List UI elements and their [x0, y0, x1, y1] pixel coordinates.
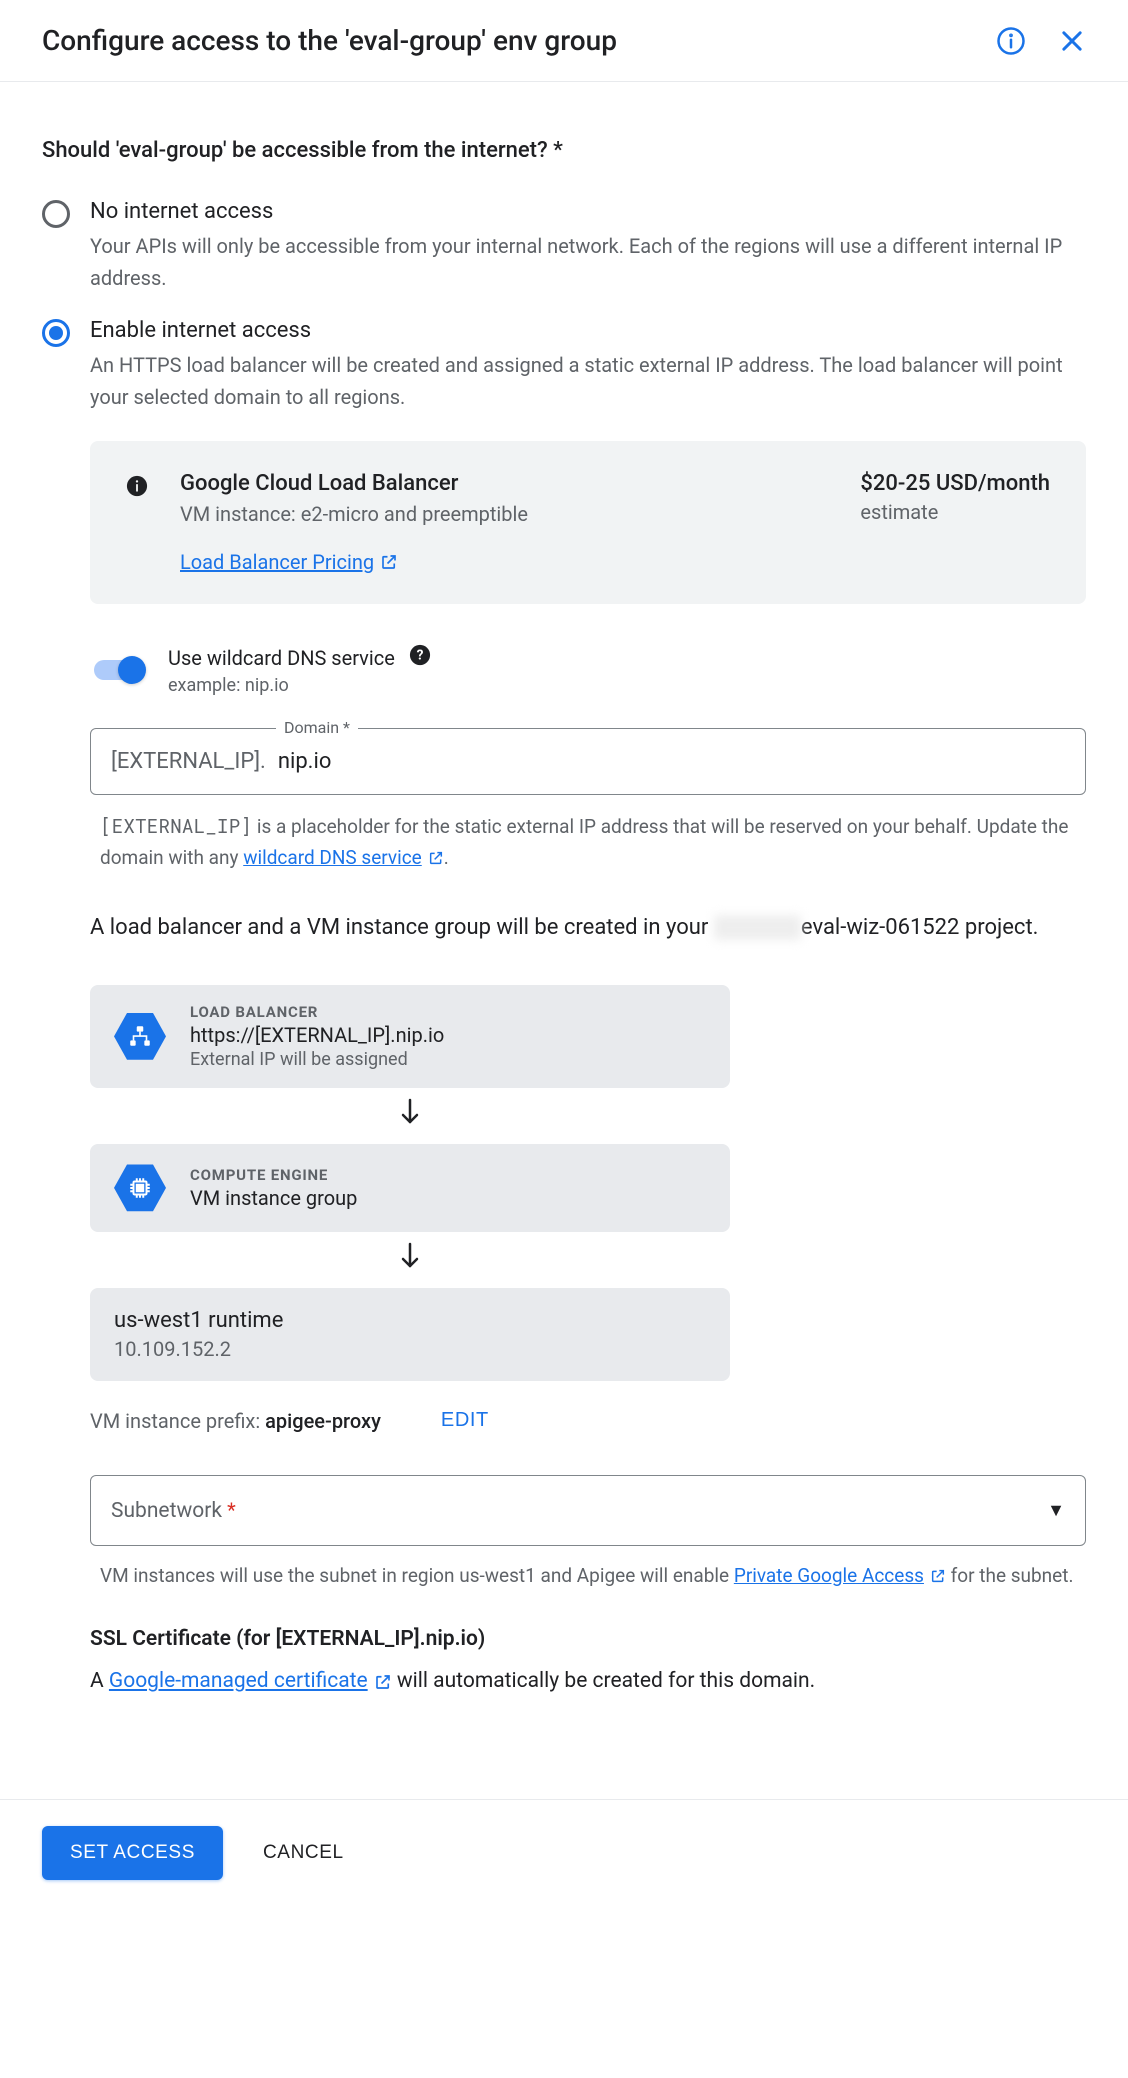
subnetwork-select[interactable]: Subnetwork * ▼ [90, 1475, 1086, 1546]
ssl-text: A Google-managed certificate will automa… [90, 1665, 1086, 1699]
wildcard-dns-toggle[interactable] [90, 658, 146, 682]
access-question: Should 'eval-group' be accessible from t… [42, 138, 1086, 163]
wildcard-dns-row: Use wildcard DNS service ? example: nip.… [90, 644, 1086, 696]
runtime-name: us-west1 runtime [114, 1308, 706, 1333]
wildcard-dns-service-link[interactable]: wildcard DNS service [243, 842, 444, 873]
ssl-section: SSL Certificate (for [EXTERNAL_IP].nip.i… [90, 1627, 1086, 1699]
chevron-down-icon: ▼ [1047, 1500, 1065, 1521]
project-info-text: A load balancer and a VM instance group … [90, 910, 1086, 945]
arrow-down-icon [90, 1088, 730, 1144]
help-icon[interactable]: ? [409, 644, 431, 671]
radio-description: An HTTPS load balancer will be created a… [90, 349, 1086, 413]
domain-prefix: [EXTERNAL_IP]. [111, 749, 266, 774]
subnet-hint: VM instances will use the subnet in regi… [90, 1560, 1086, 1591]
domain-label: Domain * [276, 718, 358, 737]
private-google-access-link[interactable]: Private Google Access [734, 1560, 946, 1591]
radio-indicator [42, 319, 70, 347]
dialog-footer: SET ACCESS CANCEL [0, 1799, 1128, 1906]
edit-vm-prefix-button[interactable]: EDIT [441, 1409, 489, 1432]
lb-estimate: estimate [860, 500, 1050, 524]
domain-field[interactable]: Domain * [EXTERNAL_IP]. nip.io [90, 728, 1086, 795]
cancel-button[interactable]: CANCEL [263, 1842, 344, 1864]
ssl-title: SSL Certificate (for [EXTERNAL_IP].nip.i… [90, 1627, 1086, 1651]
radio-label: Enable internet access [90, 318, 1086, 343]
svg-text:?: ? [416, 648, 423, 664]
compute-engine-icon [114, 1162, 166, 1214]
load-balancer-icon [114, 1010, 166, 1062]
vm-prefix-row: VM instance prefix: apigee-proxy EDIT [90, 1409, 1086, 1433]
info-icon[interactable] [996, 26, 1026, 56]
header-actions [996, 26, 1086, 56]
dialog-header: Configure access to the 'eval-group' env… [0, 0, 1128, 82]
close-icon[interactable] [1058, 27, 1086, 55]
topology-runtime: us-west1 runtime 10.109.152.2 [90, 1288, 730, 1381]
topology-compute-engine: COMPUTE ENGINE VM instance group [90, 1144, 730, 1232]
topology-load-balancer: LOAD BALANCER https://[EXTERNAL_IP].nip.… [90, 985, 730, 1088]
lb-card-subtitle: VM instance: e2-micro and preemptible [180, 502, 528, 526]
topology-diagram: LOAD BALANCER https://[EXTERNAL_IP].nip.… [90, 985, 730, 1381]
topo-main: VM instance group [190, 1186, 357, 1210]
set-access-button[interactable]: SET ACCESS [42, 1826, 223, 1880]
topo-main: https://[EXTERNAL_IP].nip.io [190, 1023, 444, 1047]
toggle-label: Use wildcard DNS service ? [168, 644, 431, 671]
load-balancer-info-card: Google Cloud Load Balancer VM instance: … [90, 441, 1086, 604]
radio-enable-internet[interactable]: Enable internet access An HTTPS load bal… [42, 318, 1086, 1699]
lb-card-title: Google Cloud Load Balancer [180, 471, 528, 496]
arrow-down-icon [90, 1232, 730, 1288]
lb-pricing-link[interactable]: Load Balancer Pricing [180, 550, 398, 574]
topo-sub: External IP will be assigned [190, 1049, 444, 1070]
toggle-example: example: nip.io [168, 675, 431, 696]
info-filled-icon [126, 475, 148, 574]
google-managed-cert-link[interactable]: Google-managed certificate [109, 1665, 392, 1699]
lb-price: $20-25 USD/month [860, 471, 1050, 496]
dialog-title: Configure access to the 'eval-group' env… [42, 24, 617, 57]
subnet-label: Subnetwork [111, 1499, 227, 1523]
radio-label: No internet access [90, 199, 1086, 224]
runtime-ip: 10.109.152.2 [114, 1337, 706, 1361]
access-radio-group: No internet access Your APIs will only b… [42, 199, 1086, 1699]
dialog-content: Should 'eval-group' be accessible from t… [0, 82, 1128, 1739]
radio-indicator [42, 200, 70, 228]
vm-prefix-label: VM instance prefix: [90, 1409, 265, 1433]
topo-label: COMPUTE ENGINE [190, 1166, 357, 1184]
domain-value: nip.io [278, 749, 332, 774]
radio-no-internet[interactable]: No internet access Your APIs will only b… [42, 199, 1086, 294]
topo-label: LOAD BALANCER [190, 1003, 444, 1021]
domain-hint: [EXTERNAL_IP] is a placeholder for the s… [90, 811, 1086, 874]
radio-description: Your APIs will only be accessible from y… [90, 230, 1086, 294]
vm-prefix-value: apigee-proxy [265, 1409, 381, 1433]
